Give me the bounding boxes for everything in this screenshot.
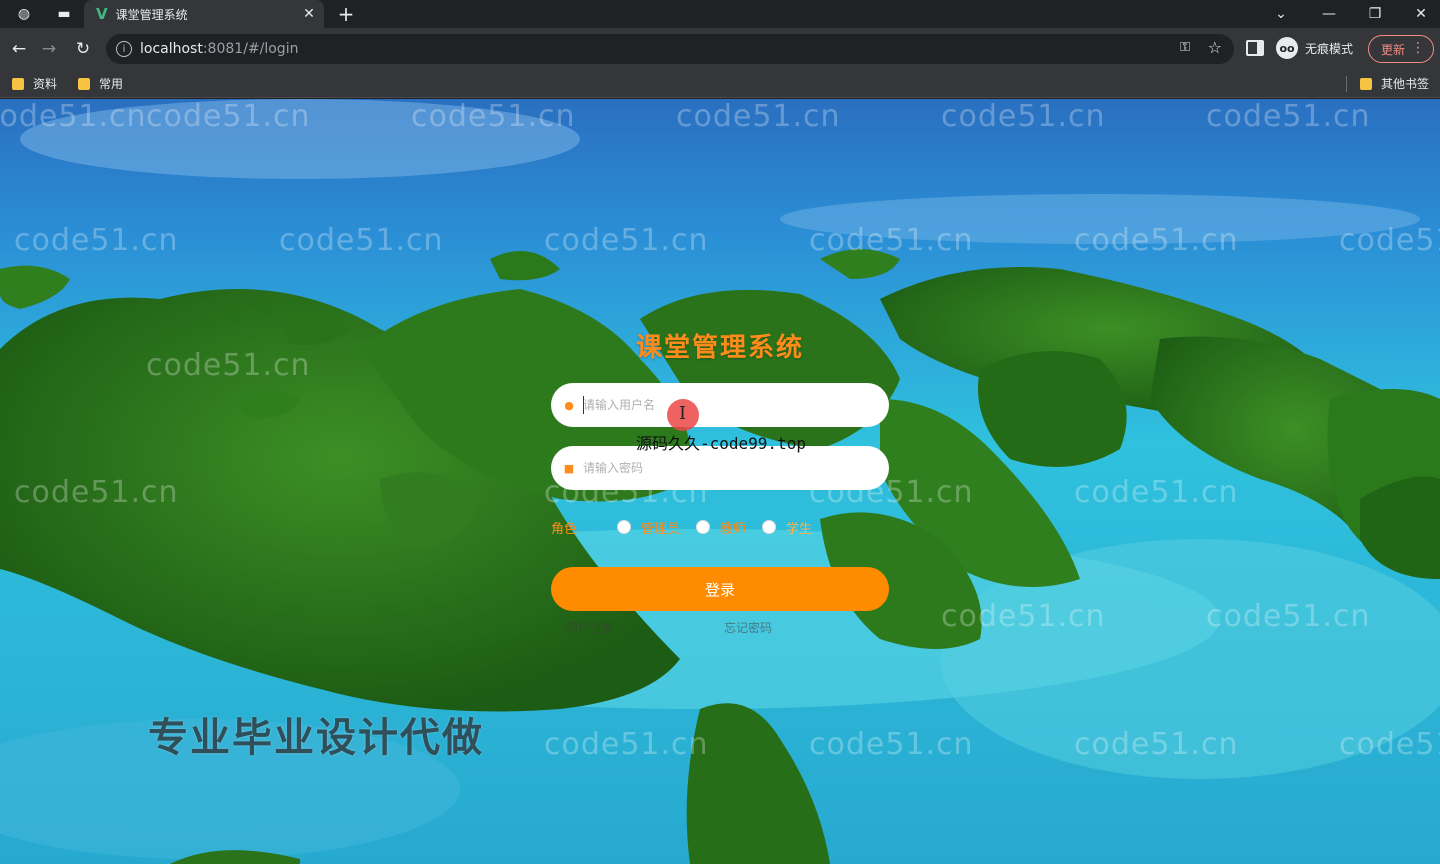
folder-icon — [1360, 77, 1372, 90]
watermark: code51.cn — [676, 99, 841, 134]
bookmark-folder-other[interactable]: 其他书签 — [1360, 75, 1429, 92]
watermark: code51.cn — [544, 727, 709, 762]
role-option-admin[interactable]: 管理员 — [617, 518, 680, 537]
url-host: localhost — [140, 41, 203, 57]
reload-icon[interactable]: ↻ — [72, 38, 94, 60]
watermark: code51.cn — [146, 348, 311, 383]
role-selector: 角色 管理员 教师 学生 — [551, 517, 828, 537]
update-label: 更新 — [1381, 42, 1406, 57]
folder-icon — [78, 77, 90, 90]
browser-tab-strip: ◍ ▬ V 课堂管理系统 ✕ + ⌄ — ❐ ✕ — [0, 0, 1440, 28]
watermark: code51.cn — [1339, 727, 1440, 762]
bookmark-folder-common[interactable]: 常用 — [78, 75, 123, 92]
watermark: code51.cn — [146, 99, 311, 134]
forgot-password-link[interactable]: 忘记密码 — [724, 619, 772, 636]
incognito-icon: oo — [1276, 37, 1298, 59]
lock-icon: ■ — [563, 461, 575, 475]
side-panel-icon[interactable] — [1246, 40, 1264, 56]
forward-icon[interactable]: → — [38, 38, 60, 60]
tab-search-icon[interactable]: ▬ — [54, 4, 74, 24]
folder-icon — [12, 77, 24, 90]
bookmark-label: 常用 — [99, 77, 124, 91]
new-tab-icon[interactable]: + — [336, 2, 356, 26]
back-icon[interactable]: ← — [8, 38, 30, 60]
register-link[interactable]: 用户注册 — [566, 619, 614, 636]
more-menu-icon: ⋮ — [1411, 40, 1425, 56]
watermark: code51.cn — [1339, 223, 1440, 258]
role-option-label: 学生 — [786, 521, 813, 537]
login-button[interactable]: 登录 — [551, 567, 889, 611]
watermark: code51.cn — [411, 99, 576, 134]
watermark: code51.cn — [1206, 599, 1371, 634]
incognito-indicator[interactable]: oo 无痕模式 — [1276, 37, 1353, 59]
radio-icon[interactable] — [617, 520, 632, 534]
watermark: code51.cn — [1206, 99, 1371, 134]
watermark: code51.cn — [809, 223, 974, 258]
key-icon[interactable]: ⚿ — [1180, 40, 1190, 55]
update-button[interactable]: 更新 ⋮ — [1368, 35, 1434, 63]
incognito-label: 无痕模式 — [1305, 41, 1354, 56]
watermark: code51.cn — [941, 99, 1106, 134]
watermark: code51.cn — [14, 223, 179, 258]
ad-overlay-text: 专业毕业设计代做 — [148, 715, 484, 761]
password-input[interactable] — [583, 461, 873, 475]
restore-icon[interactable]: ❐ — [1352, 0, 1398, 28]
watermark: code51.cn — [14, 475, 179, 510]
login-page: code51.cn code51.cn code51.cn code51.cn … — [0, 99, 1440, 864]
tab-title: 课堂管理系统 — [115, 7, 188, 22]
watermark: code51.cn — [941, 599, 1106, 634]
username-input[interactable] — [583, 398, 873, 412]
watermark: code51.cn — [809, 727, 974, 762]
role-option-teacher[interactable]: 教师 — [696, 518, 746, 537]
bookmarks-bar: 资料 常用 其他书签 — [0, 70, 1440, 98]
role-option-label: 管理员 — [641, 521, 681, 537]
radio-icon[interactable] — [762, 520, 777, 534]
user-icon: ● — [564, 398, 574, 412]
address-bar[interactable]: i localhost:8081/#/login ⚿ ☆ — [106, 34, 1234, 64]
watermark: code51.cn — [0, 99, 147, 134]
tab-active[interactable]: V 课堂管理系统 ✕ — [84, 0, 324, 28]
tab-list-chevron-icon[interactable]: ⌄ — [1258, 0, 1304, 28]
site-info-icon[interactable]: i — [116, 41, 132, 57]
tab-close-icon[interactable]: ✕ — [294, 6, 324, 22]
bookmark-star-icon[interactable]: ☆ — [1208, 38, 1222, 57]
globe-icon[interactable]: ◍ — [14, 4, 34, 24]
watermark: code51.cn — [279, 223, 444, 258]
watermark: code51.cn — [1074, 475, 1239, 510]
minimize-icon[interactable]: — — [1306, 0, 1352, 28]
role-option-student[interactable]: 学生 — [762, 518, 812, 537]
role-option-label: 教师 — [720, 521, 747, 537]
watermark: code51.cn — [1074, 223, 1239, 258]
radio-icon[interactable] — [696, 520, 711, 534]
login-title: 课堂管理系统 — [635, 333, 804, 363]
text-cursor-icon: I — [679, 403, 687, 424]
bookmark-separator — [1346, 76, 1347, 92]
watermark: code51.cn — [544, 223, 709, 258]
username-field[interactable]: ● — [551, 383, 889, 427]
watermark: code51.cn — [1074, 727, 1239, 762]
vue-favicon-icon: V — [96, 5, 108, 23]
bookmark-label: 其他书签 — [1381, 77, 1430, 91]
url-path: :8081/#/login — [202, 41, 299, 57]
code-banner-overlay: 源码久久-code99.top — [636, 434, 806, 453]
bookmark-label: 资料 — [33, 77, 58, 91]
bookmark-folder-docs[interactable]: 资料 — [12, 75, 57, 92]
close-window-icon[interactable]: ✕ — [1398, 0, 1440, 28]
text-caret — [583, 396, 584, 414]
role-label: 角色 — [551, 521, 578, 537]
